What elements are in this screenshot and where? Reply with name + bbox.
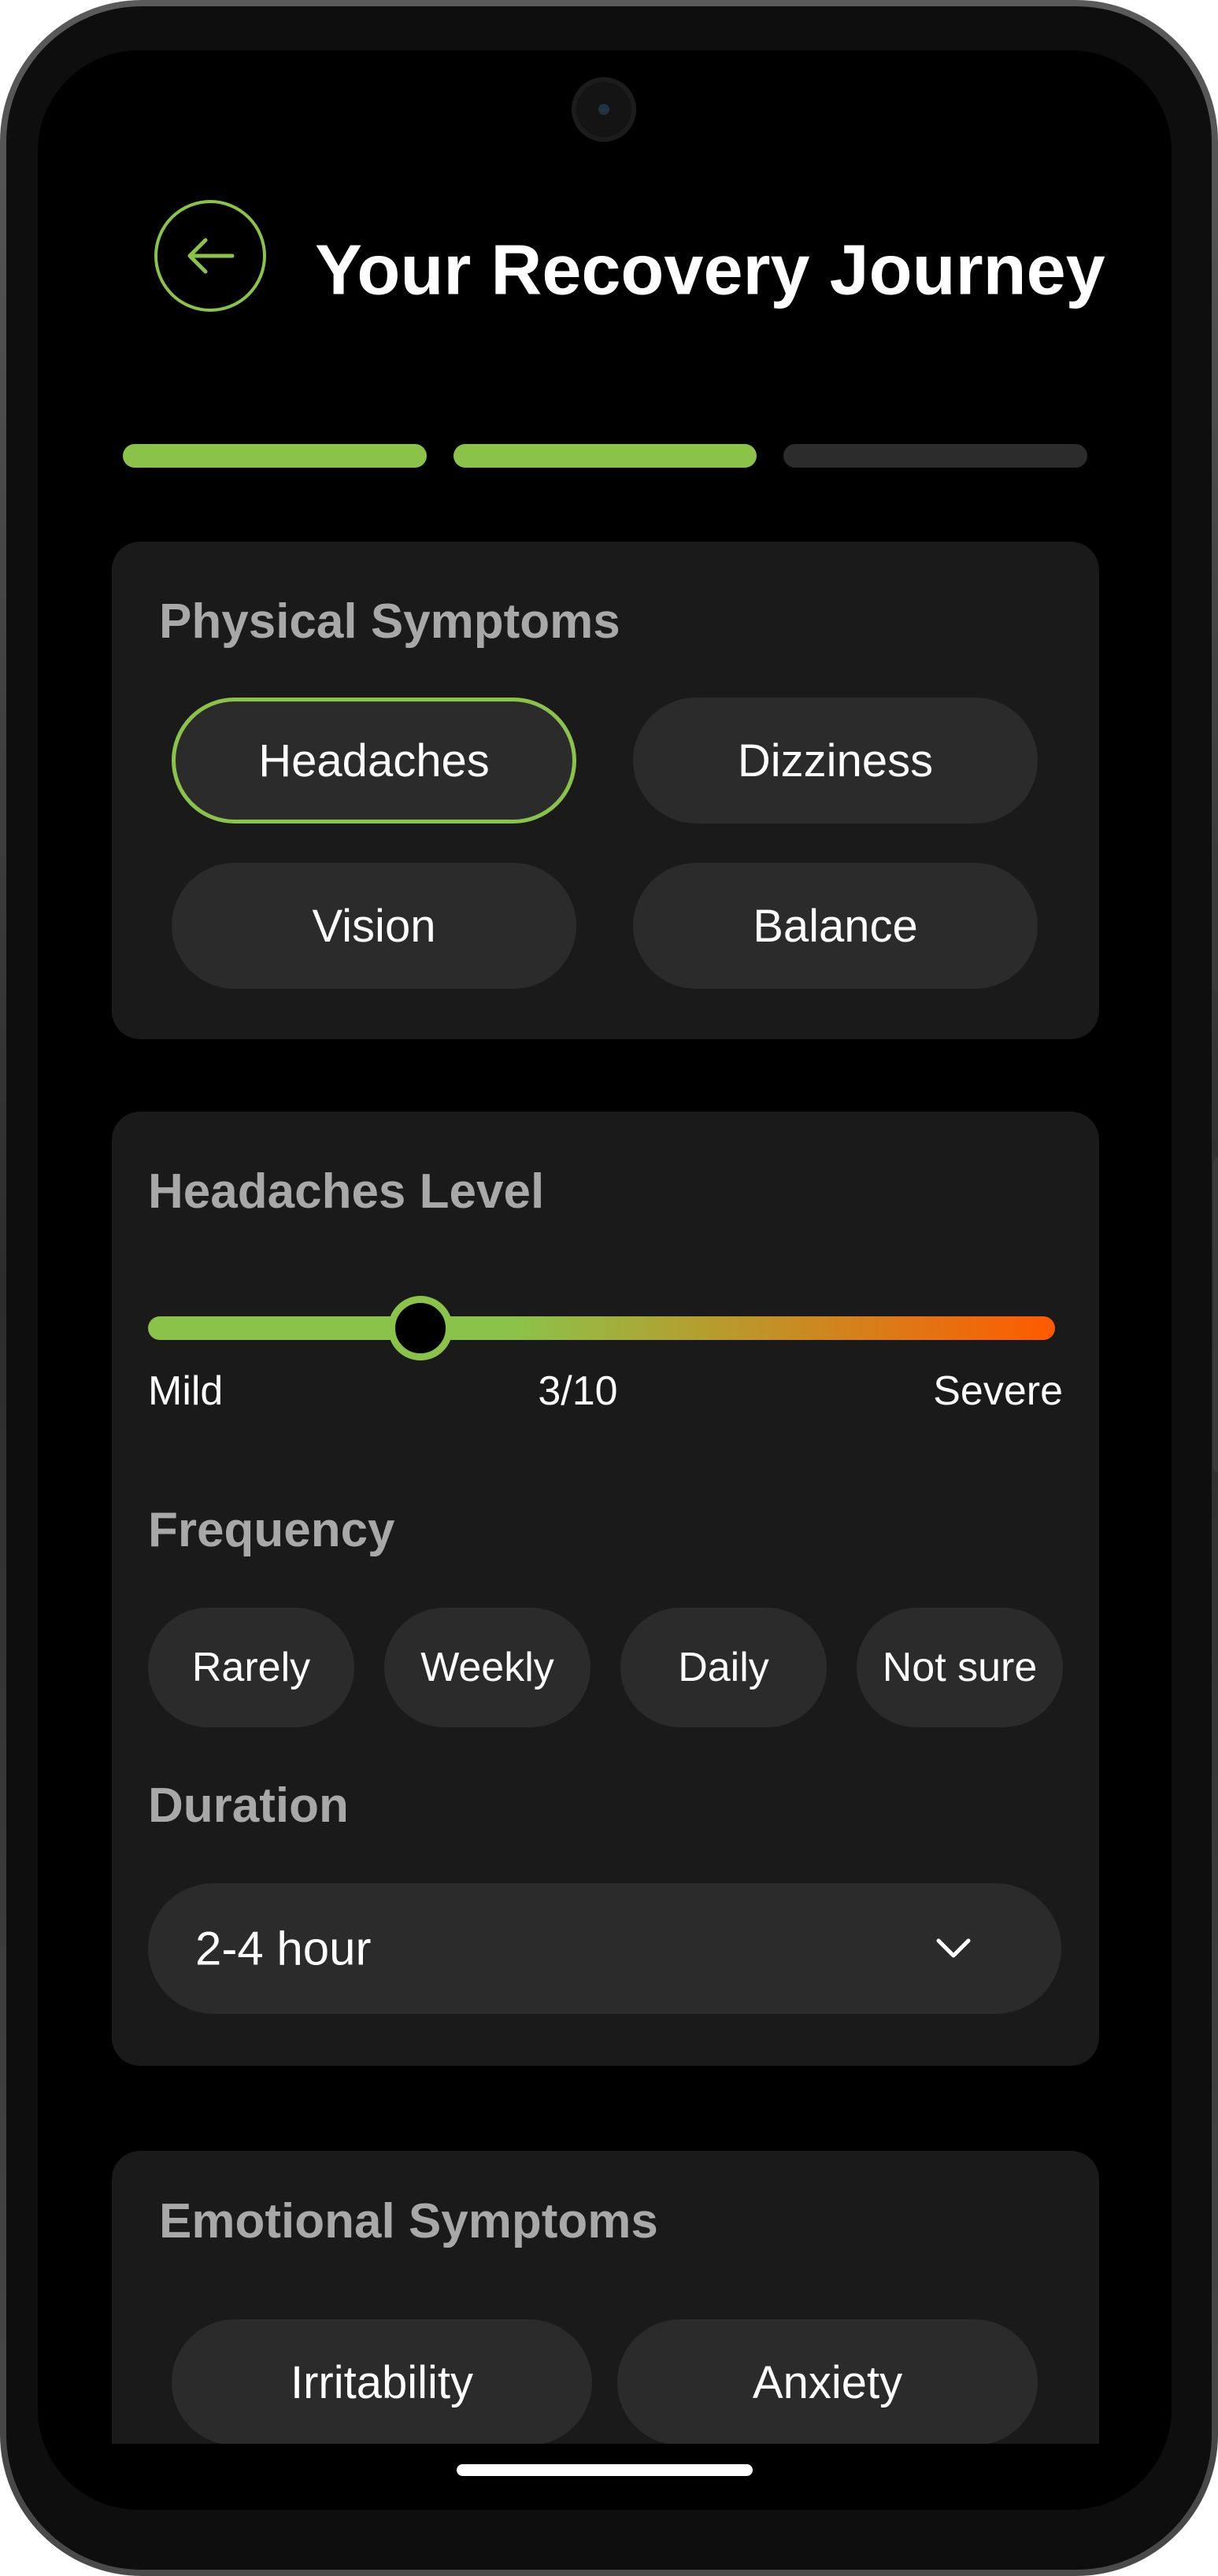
slider-max-label: Severe [933,1368,1063,1414]
header: Your Recovery Journey [38,200,1172,318]
screen: Your Recovery Journey Physical Symptoms … [38,50,1172,2510]
frequency-chip-not-sure[interactable]: Not sure [857,1608,1063,1727]
frequency-chip-daily[interactable]: Daily [620,1608,827,1727]
physical-symptoms-card: Physical Symptoms Headaches Dizziness Vi… [112,542,1099,1039]
progress-step-3 [783,444,1088,468]
duration-value: 2-4 hour [195,1922,372,1975]
symptom-chip-balance[interactable]: Balance [633,863,1038,989]
step-progress [123,444,1088,468]
symptom-chip-headaches[interactable]: Headaches [172,698,576,824]
chevron-down-icon [936,1938,971,1958]
page-title: Your Recovery Journey [315,231,1105,310]
frequency-title: Frequency [148,1503,395,1557]
back-button[interactable] [154,200,266,312]
emotional-symptoms-title: Emotional Symptoms [159,2194,658,2248]
power-button [1213,1157,1218,1472]
symptom-chip-dizziness[interactable]: Dizziness [633,698,1038,824]
duration-dropdown[interactable]: 2-4 hour [148,1883,1061,2014]
severity-slider[interactable] [148,1296,1055,1360]
level-title: Headaches Level [148,1164,545,1219]
arrow-left-icon [187,238,235,274]
navigation-bar [38,2444,1172,2510]
duration-title: Duration [148,1778,349,1833]
phone-frame: Your Recovery Journey Physical Symptoms … [0,0,1218,2576]
frequency-chip-rarely[interactable]: Rarely [148,1608,354,1727]
slider-min-label: Mild [148,1368,224,1414]
symptom-details-card: Headaches Level Mild 3/10 Severe Frequen… [112,1112,1099,2066]
symptom-chip-vision[interactable]: Vision [172,863,576,989]
volume-button [1213,842,1218,992]
symptom-chip-irritability[interactable]: Irritability [172,2319,592,2445]
progress-step-1 [123,444,427,468]
slider-value: 3/10 [538,1368,618,1414]
symptom-chip-anxiety[interactable]: Anxiety [617,2319,1038,2445]
home-indicator[interactable] [457,2464,753,2476]
progress-step-2 [453,444,757,468]
physical-symptoms-title: Physical Symptoms [159,594,620,649]
frequency-chip-weekly[interactable]: Weekly [384,1608,590,1727]
front-camera [572,77,636,142]
slider-thumb[interactable] [387,1296,453,1360]
